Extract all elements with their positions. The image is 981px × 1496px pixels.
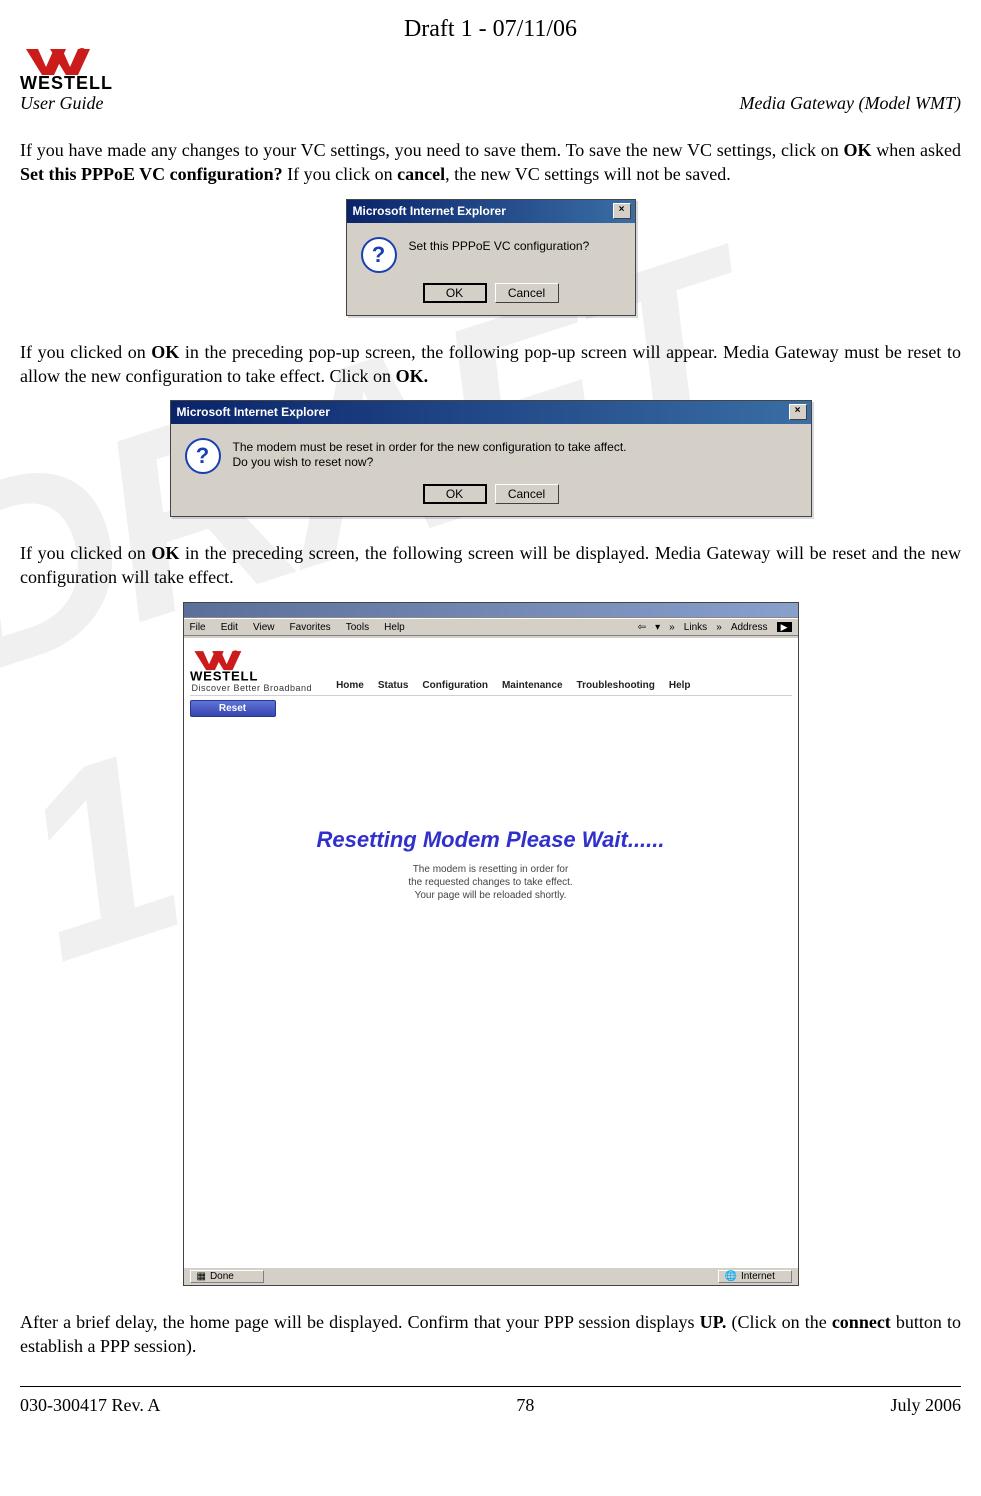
nav-help[interactable]: Help (669, 680, 691, 691)
status-right: 🌐 Internet (718, 1270, 792, 1283)
paragraph-2: If you clicked on OK in the preceding po… (20, 340, 961, 389)
address-label: Address (731, 622, 768, 633)
dialog2-message: The modem must be reset in order for the… (233, 438, 627, 470)
back-arrow-icon[interactable]: ⇦ (638, 622, 646, 633)
brand-row: WESTELL (20, 45, 961, 91)
ok-button[interactable]: OK (423, 484, 487, 504)
nav-tabs: Home Status Configuration Maintenance Tr… (336, 680, 690, 693)
ok-button[interactable]: OK (423, 283, 487, 303)
westell-logo-small: WESTELL Discover Better Broadband (190, 645, 313, 693)
reset-button[interactable]: Reset (190, 700, 276, 717)
links-label[interactable]: Links (684, 622, 707, 633)
svg-text:WESTELL: WESTELL (20, 73, 113, 91)
menu-favorites[interactable]: Favorites (290, 622, 331, 633)
menu-tools[interactable]: Tools (346, 622, 369, 633)
draft-header-line: Draft 1 - 07/11/06 (20, 16, 961, 43)
dialog-reset-modem: Microsoft Internet Explorer × ? The mode… (170, 400, 812, 517)
close-icon[interactable]: × (789, 404, 807, 420)
menu-help[interactable]: Help (384, 622, 405, 633)
dialog1-title-text: Microsoft Internet Explorer (353, 204, 506, 218)
browser-window: File Edit View Favorites Tools Help ⇦ ▾ … (183, 602, 799, 1286)
page-icon: ▦ (197, 1271, 206, 1282)
header-left: User Guide (20, 93, 104, 114)
internet-icon: 🌐 (725, 1271, 737, 1282)
cancel-button[interactable]: Cancel (495, 484, 559, 504)
nav-maintenance[interactable]: Maintenance (502, 680, 563, 691)
dialog2-title-text: Microsoft Internet Explorer (177, 405, 330, 419)
logo-mark-icon: WESTELL (20, 45, 170, 91)
browser-titlebar (184, 603, 798, 618)
resetting-heading: Resetting Modem Please Wait...... (190, 827, 792, 853)
dialog1-message: Set this PPPoE VC configuration? (409, 237, 590, 254)
question-icon: ? (185, 438, 221, 474)
browser-menubar: File Edit View Favorites Tools Help ⇦ ▾ … (184, 618, 798, 635)
browser-statusbar: ▦ Done 🌐 Internet (184, 1267, 798, 1285)
dropdown-icon[interactable]: ▾ (655, 622, 660, 633)
paragraph-1: If you have made any changes to your VC … (20, 138, 961, 187)
menu-edit[interactable]: Edit (221, 622, 238, 633)
document-page: DRAFT 1 Draft 1 - 07/11/06 WESTELL User … (0, 0, 981, 1440)
dialog2-titlebar: Microsoft Internet Explorer × (171, 401, 811, 424)
page-footer: 030-300417 Rev. A 78 July 2006 (0, 1391, 981, 1440)
westell-logo: WESTELL (20, 45, 220, 91)
status-left: ▦ Done (190, 1270, 264, 1283)
go-button[interactable]: ▶ (777, 622, 792, 632)
footer-left: 030-300417 Rev. A (20, 1395, 160, 1416)
nav-status[interactable]: Status (378, 680, 409, 691)
paragraph-3: If you clicked on OK in the preceding sc… (20, 541, 961, 590)
brand-tagline: Discover Better Broadband (192, 683, 313, 693)
cancel-button[interactable]: Cancel (495, 283, 559, 303)
menu-view[interactable]: View (253, 622, 275, 633)
resetting-subtext: The modem is resetting in order for the … (190, 863, 792, 902)
footer-right: July 2006 (890, 1395, 961, 1416)
logo-mark-icon: WESTELL (190, 645, 300, 685)
dialog-set-pppoe: Microsoft Internet Explorer × ? Set this… (346, 199, 636, 316)
paragraph-4: After a brief delay, the home page will … (20, 1310, 961, 1359)
svg-text:WESTELL: WESTELL (190, 668, 258, 683)
header-right: Media Gateway (Model WMT) (740, 93, 961, 114)
dialog1-titlebar: Microsoft Internet Explorer × (347, 200, 635, 223)
footer-rule (20, 1386, 961, 1387)
nav-troubleshooting[interactable]: Troubleshooting (577, 680, 655, 691)
nav-configuration[interactable]: Configuration (422, 680, 488, 691)
browser-viewport: WESTELL Discover Better Broadband Home S… (184, 639, 798, 1267)
header-labels: User Guide Media Gateway (Model WMT) (20, 93, 961, 114)
footer-page-number: 78 (516, 1395, 534, 1416)
menu-file[interactable]: File (190, 622, 206, 633)
close-icon[interactable]: × (613, 203, 631, 219)
question-icon: ? (361, 237, 397, 273)
nav-home[interactable]: Home (336, 680, 364, 691)
